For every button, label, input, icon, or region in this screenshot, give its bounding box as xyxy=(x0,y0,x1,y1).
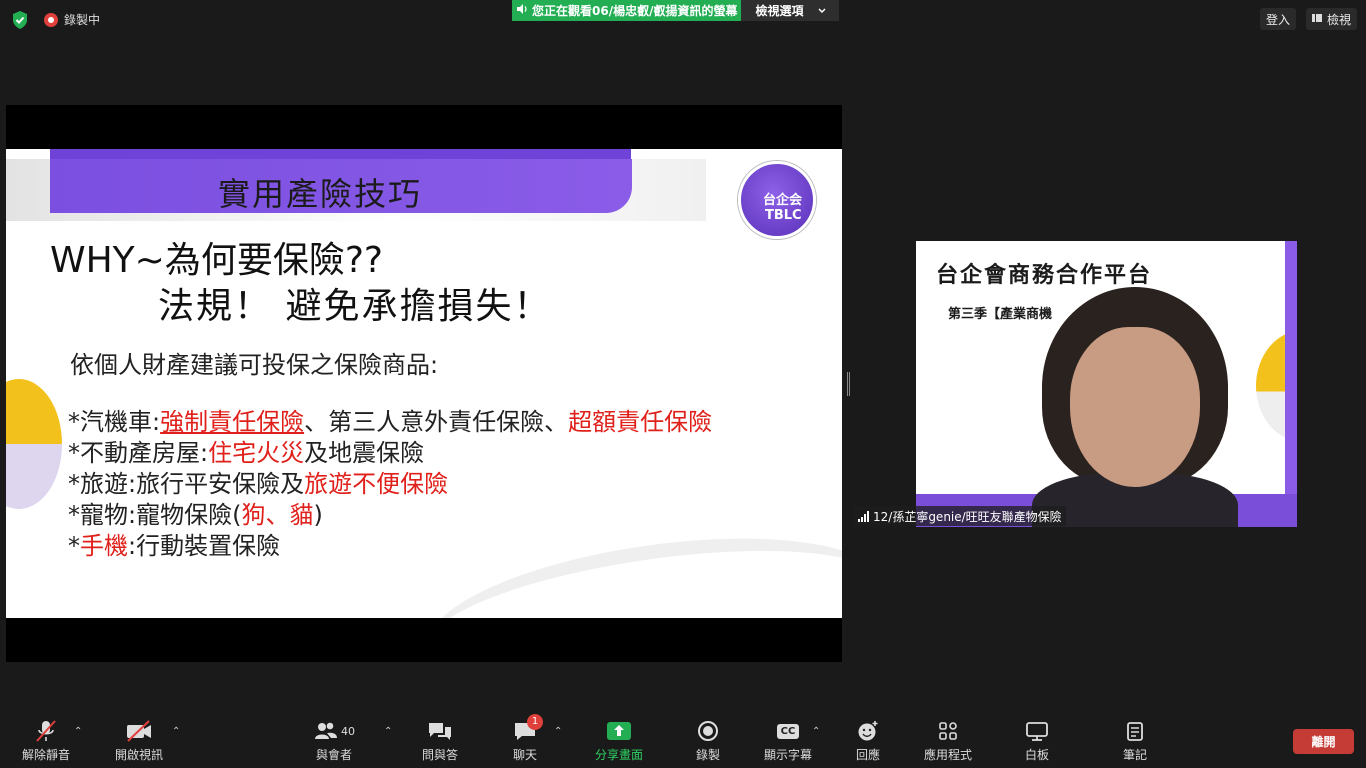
list-item-pet: *寵物:寵物保險(狗、貓) xyxy=(68,501,323,529)
view-options-button[interactable]: 檢視選項 xyxy=(741,0,840,21)
unmute-button[interactable]: 解除靜音 xyxy=(6,718,86,763)
share-screen-icon xyxy=(579,718,659,744)
list-item-property: *不動產房屋:住宅火災及地震保險 xyxy=(68,439,425,467)
participants-options-caret[interactable]: ⌃ xyxy=(384,726,392,737)
viewing-label: 您正在觀看06/楊忠叡/叡揚資訊的螢幕 xyxy=(532,4,738,18)
whiteboard-button[interactable]: 白板 xyxy=(997,718,1077,763)
signal-strength-icon xyxy=(858,510,869,522)
list-item-vehicle: *汽機車:強制責任保險、第三人意外責任保險、超額責任保險 xyxy=(68,408,713,436)
apps-label: 應用程式 xyxy=(923,748,972,762)
view-grid-icon xyxy=(1312,12,1322,26)
share-screen-button[interactable]: 分享畫面 xyxy=(579,718,659,763)
reactions-button[interactable]: 回應 xyxy=(828,718,908,763)
list-item-travel: *旅遊:旅行平安保險及旅遊不便保險 xyxy=(68,470,449,498)
decorative-circle xyxy=(6,379,62,509)
audio-options-caret[interactable]: ⌃ xyxy=(74,726,82,737)
speaker-icon xyxy=(516,3,528,18)
record-button[interactable]: 錄製 xyxy=(668,718,748,763)
chat-options-caret[interactable]: ⌃ xyxy=(554,726,562,737)
chat-icon: 1 xyxy=(485,714,565,744)
chat-button[interactable]: 1 聊天 xyxy=(485,714,565,763)
slide-heading-law: 法規！ 避免承擔損失！ xyxy=(158,286,552,327)
video-background-subtitle: 第三季【產業商機 xyxy=(948,307,1053,322)
whiteboard-icon xyxy=(997,718,1077,744)
recording-indicator[interactable]: 錄製中 xyxy=(44,11,100,28)
logo-text-cn: 台企会 xyxy=(763,193,803,208)
view-label: 檢視 xyxy=(1327,12,1352,27)
chat-unread-badge: 1 xyxy=(527,714,543,730)
leave-button[interactable]: 離開 xyxy=(1293,729,1354,754)
login-button[interactable]: 登入 xyxy=(1260,8,1297,30)
view-button[interactable]: 檢視 xyxy=(1306,8,1358,30)
participants-button[interactable]: 40 與會者 xyxy=(294,718,374,763)
chat-label: 聊天 xyxy=(512,748,537,762)
apps-icon xyxy=(908,718,988,744)
insurance-list: *汽機車:強制責任保險、第三人意外責任保險、超額責任保險 *不動產房屋:住宅火災… xyxy=(68,407,712,562)
video-background-title: 台企會商務合作平台 xyxy=(936,262,1153,288)
captions-button[interactable]: CC 顯示字幕 xyxy=(748,718,828,763)
split-drag-handle[interactable] xyxy=(847,372,850,396)
slide-intro: 依個人財產建議可投保之保險商品: xyxy=(70,351,439,379)
logo-text-en: TBLC xyxy=(765,208,802,223)
video-options-caret[interactable]: ⌃ xyxy=(172,726,180,737)
view-options-label: 檢視選項 xyxy=(755,4,804,18)
speaker-person xyxy=(1032,287,1238,527)
reactions-label: 回應 xyxy=(855,748,880,762)
slide-heading-why: WHY~為何要保險?? xyxy=(50,240,384,281)
unmute-label: 解除靜音 xyxy=(21,748,70,762)
record-icon xyxy=(668,718,748,744)
security-shield-icon[interactable] xyxy=(10,10,30,30)
tblc-logo: 台企会 TBLC xyxy=(738,161,816,239)
notes-icon xyxy=(1095,718,1175,744)
captions-label: 顯示字幕 xyxy=(763,748,812,762)
reaction-smiley-icon xyxy=(828,718,908,744)
participants-icon: 40 xyxy=(294,718,374,744)
recording-icon xyxy=(44,12,58,27)
banner-top-strip xyxy=(50,149,631,159)
notes-label: 筆記 xyxy=(1122,748,1147,762)
recording-label: 錄製中 xyxy=(64,13,101,27)
captions-options-caret[interactable]: ⌃ xyxy=(812,726,820,737)
slide-title: 實用產險技巧 xyxy=(218,175,423,213)
start-video-label: 開啟視訊 xyxy=(114,748,163,762)
record-label: 錄製 xyxy=(695,748,720,762)
participant-name-tag: 12/孫芷寧genie/旺旺友聯產物保險 xyxy=(854,506,1066,526)
participants-label: 與會者 xyxy=(315,748,352,762)
login-label: 登入 xyxy=(1266,12,1291,27)
participant-name: 12/孫芷寧genie/旺旺友聯產物保險 xyxy=(873,509,1062,524)
viewing-banner: 您正在觀看06/楊忠叡/叡揚資訊的螢幕 檢視選項 xyxy=(512,0,840,21)
qa-label: 問與答 xyxy=(421,748,458,762)
participant-count: 40 xyxy=(341,724,355,738)
video-off-icon xyxy=(99,718,179,744)
apps-button[interactable]: 應用程式 xyxy=(908,718,988,763)
qa-icon xyxy=(400,718,480,744)
start-video-button[interactable]: 開啟視訊 xyxy=(99,718,179,763)
leave-label: 離開 xyxy=(1311,735,1336,749)
whiteboard-label: 白板 xyxy=(1024,748,1049,762)
notes-button[interactable]: 筆記 xyxy=(1095,718,1175,763)
speaker-video[interactable]: 台企會商務合作平台 第三季【產業商機 xyxy=(916,241,1297,527)
chevron-down-icon xyxy=(817,4,827,18)
qa-button[interactable]: 問與答 xyxy=(400,718,480,763)
viewing-status: 您正在觀看06/楊忠叡/叡揚資訊的螢幕 xyxy=(512,0,742,21)
presentation-slide: 實用產險技巧 台企会 TBLC WHY~為何要保險?? 法規！ 避免承擔損失！ … xyxy=(6,149,842,618)
video-purple-edge xyxy=(1285,241,1297,527)
share-screen-label: 分享畫面 xyxy=(594,748,643,762)
shared-screen[interactable]: 實用產險技巧 台企会 TBLC WHY~為何要保險?? 法規！ 避免承擔損失！ … xyxy=(6,105,842,662)
